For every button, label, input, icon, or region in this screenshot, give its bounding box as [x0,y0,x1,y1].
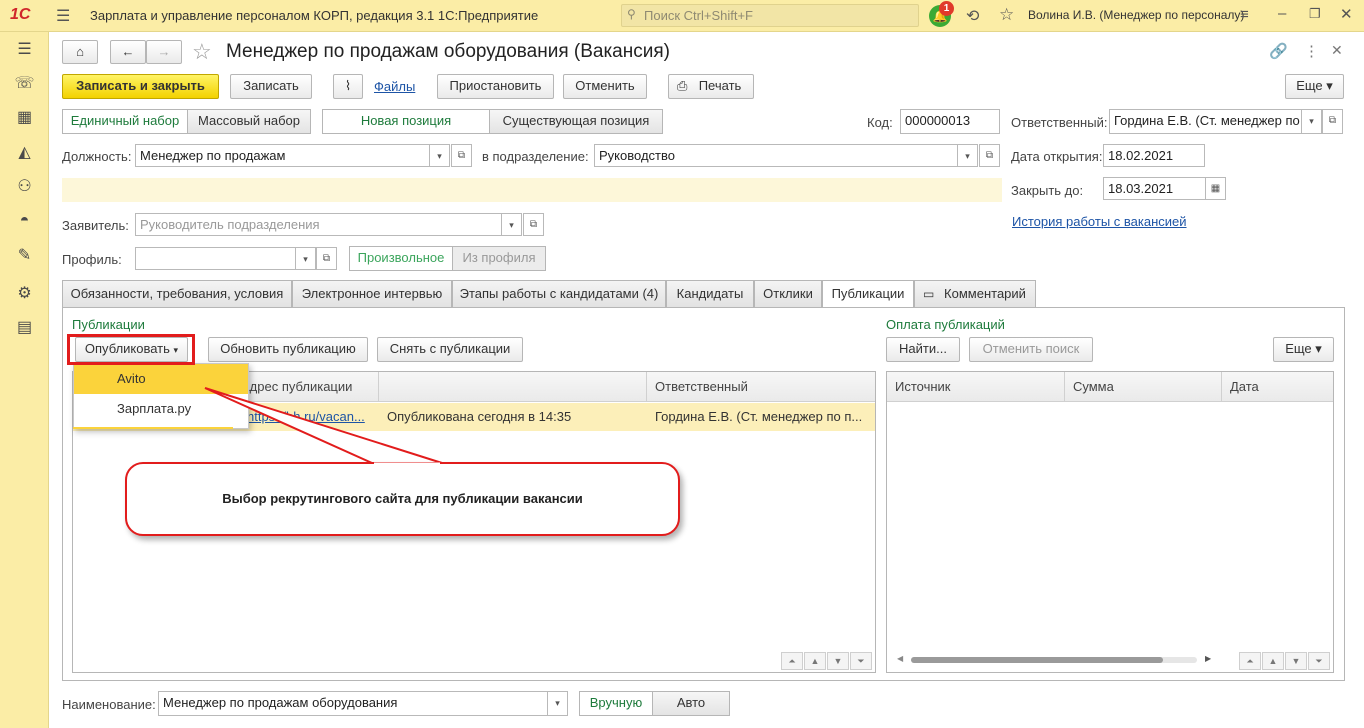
manual-switch[interactable]: Вручную [579,691,653,716]
name-dropdown[interactable]: ▾ [548,691,568,716]
name-label: Наименование: [62,697,156,712]
name-field[interactable]: Менеджер по продажам оборудования [158,691,548,716]
callout-pointer-cover [374,462,440,466]
auto-switch[interactable]: Авто [652,691,730,716]
